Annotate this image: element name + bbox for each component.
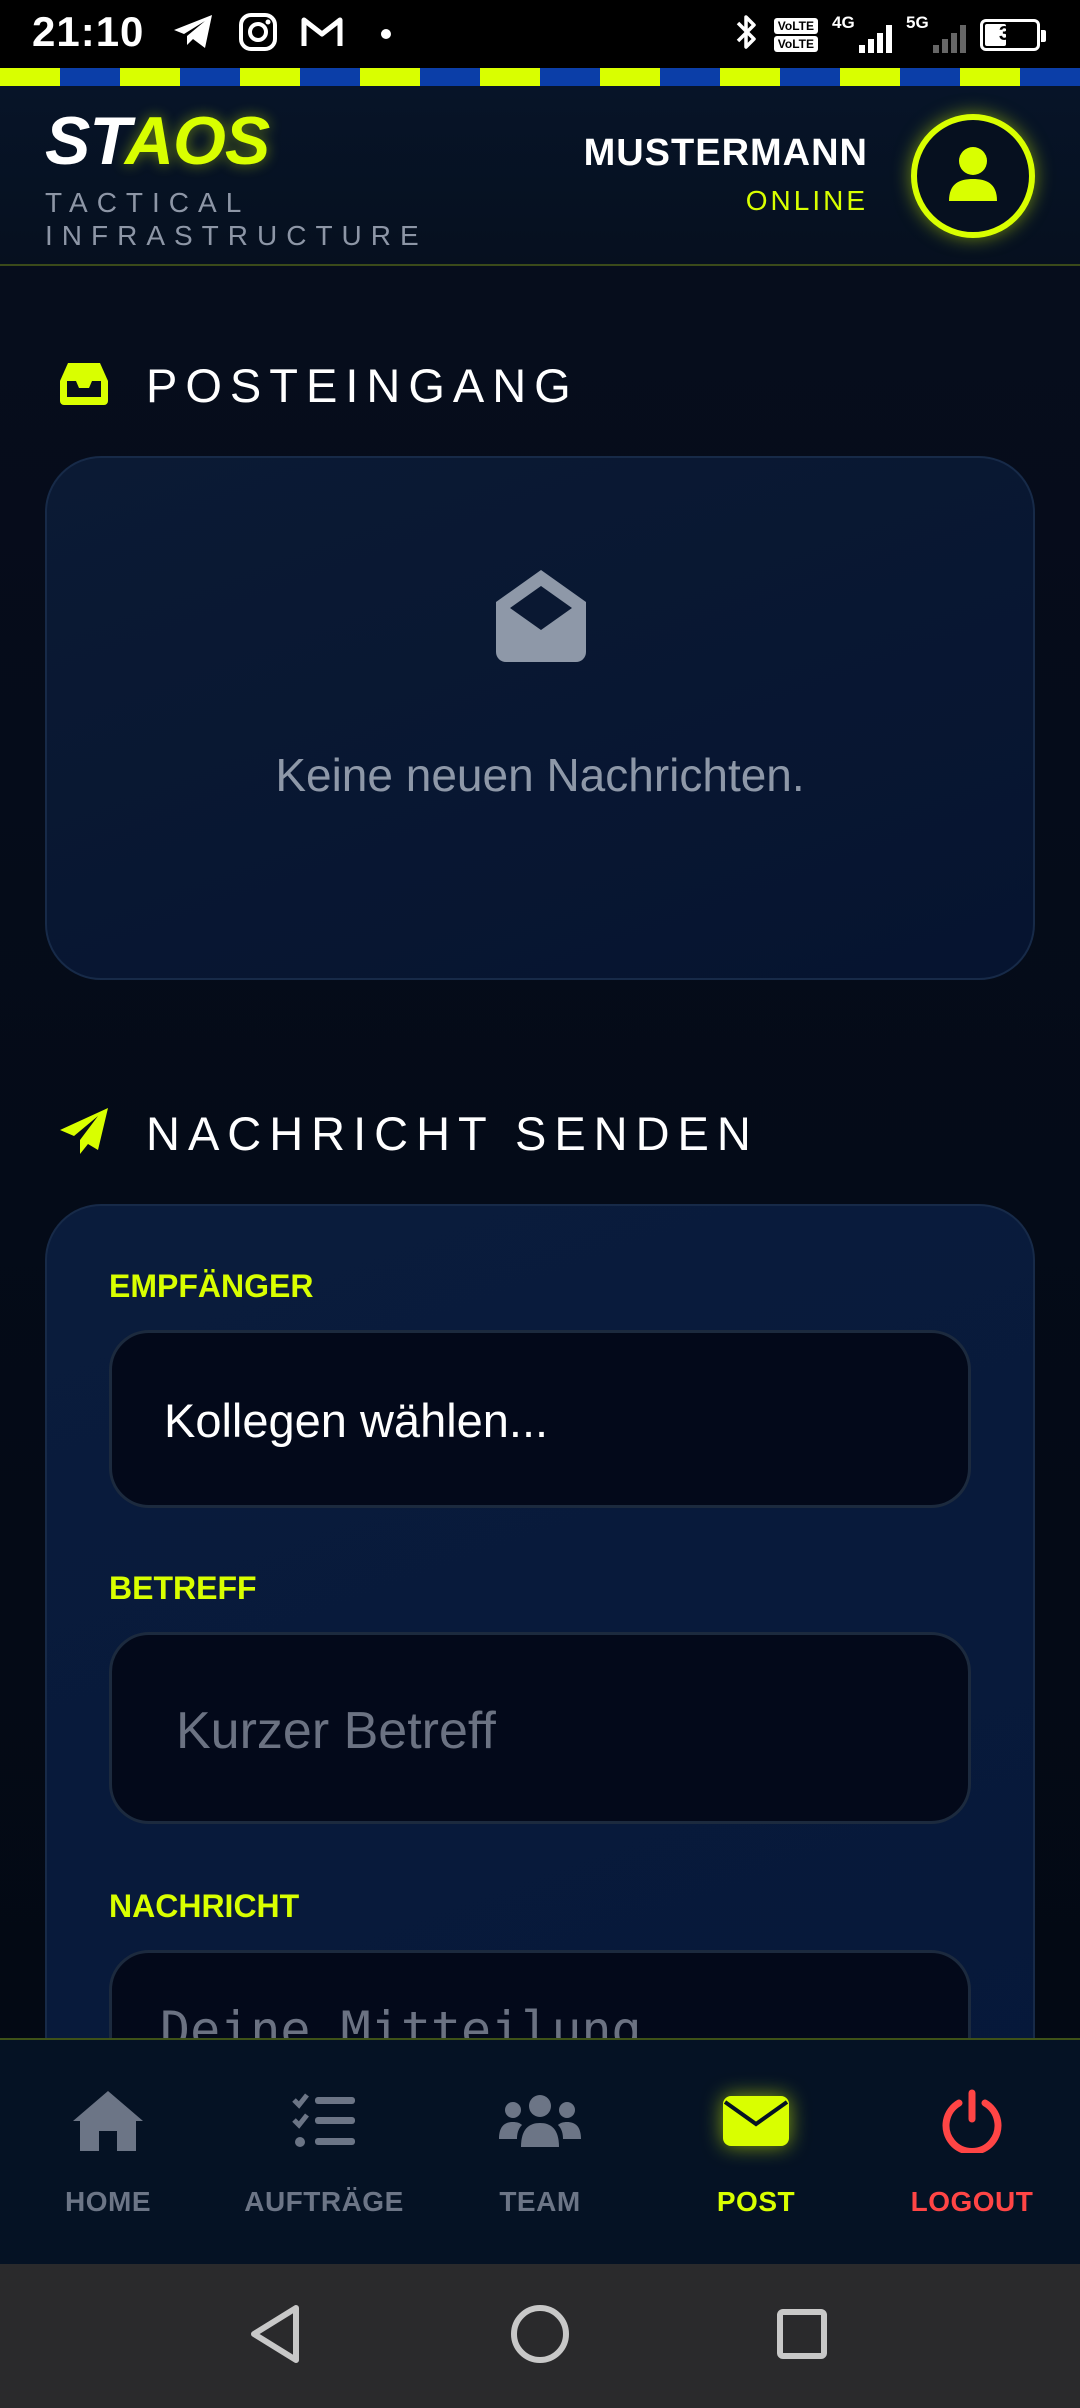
inbox-empty-message: Keine neuen Nachrichten. <box>275 749 805 801</box>
recipient-label: EMPFÄNGER <box>109 1268 314 1304</box>
tactical-stripe <box>0 68 1080 86</box>
network-type: 5G <box>906 12 929 32</box>
brand-logo: STAOS TACTICAL INFRASTRUCTURE <box>45 106 428 252</box>
message-label: NACHRICHT <box>109 1888 300 1924</box>
house-icon <box>71 2089 145 2158</box>
nav-tasks-label: AUFTRÄGE <box>244 2186 404 2217</box>
signal-4g: 4G <box>832 13 892 57</box>
user-icon <box>946 145 1000 208</box>
user-info: MUSTERMANN ONLINE <box>584 132 868 217</box>
status-bar: 21:10 VoLTE VoLTE 4G 5G 36 <box>0 0 1080 68</box>
envelope-open-icon <box>492 568 590 669</box>
nav-post[interactable]: POST <box>648 2088 864 2218</box>
bluetooth-icon <box>734 12 760 57</box>
checklist-icon <box>291 2092 357 2155</box>
telegram-icon <box>172 12 216 57</box>
volte-badges: VoLTE VoLTE <box>773 17 818 52</box>
network-type: 4G <box>832 12 855 32</box>
circle-home-icon <box>508 2302 572 2371</box>
bottom-navigation: HOME AUFTRÄGE TEAM POST LOGOUT <box>0 2038 1080 2264</box>
inbox-card: Keine neuen Nachrichten. <box>45 456 1035 980</box>
paper-plane-icon <box>58 1106 110 1161</box>
nav-team-label: TEAM <box>499 2186 581 2217</box>
volte-badge: VoLTE <box>773 17 818 34</box>
nav-home[interactable]: HOME <box>0 2088 216 2218</box>
signal-bars-icon <box>933 24 966 53</box>
inbox-section-header: POSTEINGANG <box>58 358 579 413</box>
status-time: 21:10 <box>32 8 145 55</box>
user-status: ONLINE <box>745 185 868 216</box>
envelope-icon <box>721 2094 791 2153</box>
status-indicators: VoLTE VoLTE 4G 5G 36 <box>734 12 1046 57</box>
nav-logout-label: LOGOUT <box>910 2186 1034 2217</box>
signal-bars-icon <box>859 24 892 53</box>
battery-level: 36 <box>998 23 1022 45</box>
nav-logout[interactable]: LOGOUT <box>864 2088 1080 2218</box>
battery-icon: 36 <box>980 18 1046 51</box>
nav-post-label: POST <box>716 2186 796 2217</box>
compose-card: EMPFÄNGER Kollegen wählen... BETREFF Kur… <box>45 1204 1035 2038</box>
subject-label: BETREFF <box>109 1570 257 1606</box>
recipient-value: Kollegen wählen... <box>164 1394 549 1447</box>
nav-home-label: HOME <box>65 2186 151 2217</box>
inbox-title: POSTEINGANG <box>146 359 579 412</box>
system-home-button[interactable] <box>504 2300 576 2372</box>
app-header: STAOS TACTICAL INFRASTRUCTURE MUSTERMANN… <box>0 86 1080 266</box>
instagram-icon <box>238 12 278 57</box>
volte-badge: VoLTE <box>773 35 818 52</box>
brand-subtitle-line2: INFRASTRUCTURE <box>45 220 428 251</box>
subject-placeholder: Kurzer Betreff <box>176 1702 496 1760</box>
system-back-button[interactable] <box>240 2300 312 2372</box>
users-icon <box>499 2093 581 2154</box>
compose-title: NACHRICHT SENDEN <box>146 1107 759 1160</box>
nav-team[interactable]: TEAM <box>432 2088 648 2218</box>
inbox-tray-icon <box>58 361 110 410</box>
message-placeholder: Deine Mitteilung... <box>160 2001 732 2038</box>
recipient-select[interactable]: Kollegen wählen... <box>109 1330 971 1508</box>
notification-icons <box>172 12 406 57</box>
system-recents-button[interactable] <box>766 2300 838 2372</box>
triangle-back-icon <box>246 2302 306 2371</box>
compose-section-header: NACHRICHT SENDEN <box>58 1106 759 1161</box>
gmail-icon <box>300 14 344 55</box>
square-recents-icon <box>772 2304 832 2369</box>
brand-subtitle-line1: TACTICAL <box>45 187 251 218</box>
nav-tasks[interactable]: AUFTRÄGE <box>216 2088 432 2218</box>
message-textarea[interactable]: Deine Mitteilung... <box>109 1950 971 2038</box>
subject-input[interactable]: Kurzer Betreff <box>109 1632 971 1824</box>
user-name: MUSTERMANN <box>583 132 868 174</box>
notification-dot-icon <box>366 12 406 57</box>
signal-5g: 5G <box>906 13 966 57</box>
system-navigation-bar <box>0 2264 1080 2408</box>
main-content[interactable]: POSTEINGANG Keine neuen Nachrichten. NAC… <box>0 266 1080 2038</box>
power-icon <box>941 2089 1003 2158</box>
avatar-button[interactable] <box>911 114 1035 238</box>
brand-title: STAOS <box>45 103 270 179</box>
